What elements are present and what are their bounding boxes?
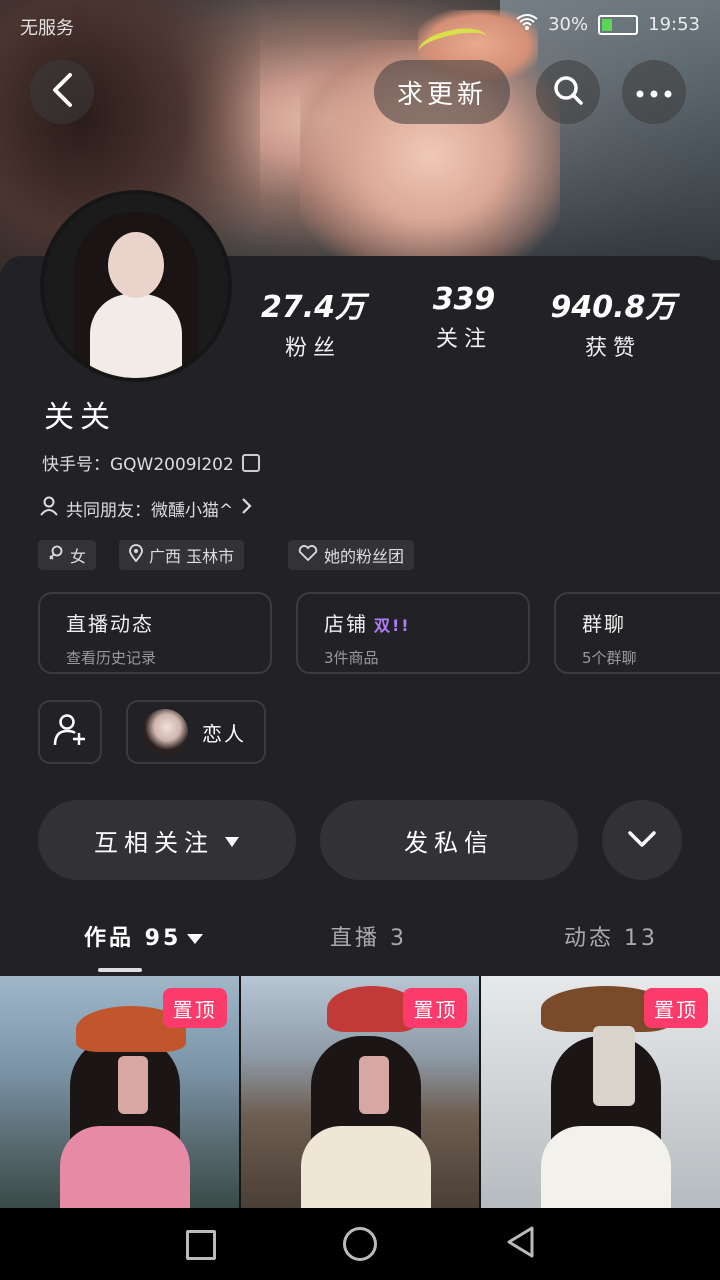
location-pin-icon xyxy=(129,544,143,566)
shop-title: 店铺 xyxy=(324,612,368,636)
shop-title-row: 店铺 双!! xyxy=(324,608,502,637)
tag-gender-text: 女 xyxy=(70,547,87,566)
tag-location: 广西 玉林市 xyxy=(119,540,245,570)
live-history-title: 直播动态 xyxy=(66,612,154,636)
recents-icon[interactable] xyxy=(186,1230,216,1260)
tag-fan-club-text: 她的粉丝团 xyxy=(324,547,405,566)
heart-icon xyxy=(298,545,318,565)
status-bar: 无服务 30% 19:53 xyxy=(0,8,720,44)
tab-moments[interactable]: 动态 13 xyxy=(564,920,658,952)
pinned-badge: 置顶 xyxy=(403,988,468,1028)
request-update-button[interactable]: 求更新 xyxy=(374,60,510,124)
tab-live-label: 直播 3 xyxy=(330,926,407,951)
kuaishou-id-row: 快手号：GQW2009l202 xyxy=(42,450,260,475)
battery-percent: 30% xyxy=(548,14,589,35)
more-options-button[interactable] xyxy=(622,60,686,124)
tab-works-label: 作品 95 xyxy=(84,926,182,951)
copy-icon[interactable] xyxy=(241,453,260,472)
stat-likes-label: 获赞 xyxy=(584,336,641,361)
works-grid: 置顶 置顶 置顶 xyxy=(0,976,720,1208)
mutual-follow-label: 互相关注 xyxy=(94,828,214,857)
pinned-badge: 置顶 xyxy=(644,988,709,1028)
system-nav-bar xyxy=(0,1208,720,1280)
wifi-icon xyxy=(516,14,538,35)
tab-works[interactable]: 作品 95 xyxy=(84,920,204,952)
lover-avatar xyxy=(142,709,188,755)
group-chat-sub: 5个群聊 xyxy=(582,649,637,667)
mutual-follow-button[interactable]: 互相关注 xyxy=(38,800,296,880)
request-update-label: 求更新 xyxy=(396,79,487,110)
back-arrow-icon xyxy=(50,72,74,112)
caret-down-icon xyxy=(187,934,204,944)
group-chat-title: 群聊 xyxy=(582,612,626,636)
stat-fans-value: 27.4万 xyxy=(260,290,366,325)
lover-button[interactable]: 恋人 xyxy=(126,700,266,764)
live-history-card[interactable]: 直播动态 查看历史记录 xyxy=(38,592,272,674)
active-tab-indicator xyxy=(98,968,142,972)
chevron-down-icon xyxy=(628,826,656,854)
add-user-icon xyxy=(53,713,87,751)
battery-icon xyxy=(598,14,639,35)
group-chat-card[interactable]: 群聊 5个群聊 xyxy=(554,592,720,674)
stat-likes-value: 940.8万 xyxy=(550,290,676,325)
live-history-sub: 查看历史记录 xyxy=(66,649,157,667)
profile-name: 关关 xyxy=(44,400,116,435)
chevron-right-icon xyxy=(241,497,253,520)
stat-following-value: 339 xyxy=(432,282,496,317)
search-button[interactable] xyxy=(536,60,600,124)
mutual-friends-row[interactable]: 共同朋友：微醺小猫^ xyxy=(40,496,253,521)
shop-card[interactable]: 店铺 双!! 3件商品 xyxy=(296,592,530,674)
clock: 19:53 xyxy=(648,14,700,35)
shop-sub: 3件商品 xyxy=(324,649,379,667)
stat-following[interactable]: 339 关注 xyxy=(394,282,534,353)
lover-label: 恋人 xyxy=(202,721,246,746)
person-icon xyxy=(40,496,58,521)
back-button[interactable] xyxy=(30,60,94,124)
tab-moments-label: 动态 13 xyxy=(564,926,658,951)
carrier-text: 无服务 xyxy=(20,18,74,39)
shop-badge: 双!! xyxy=(374,616,411,635)
send-message-label: 发私信 xyxy=(404,828,494,857)
search-icon xyxy=(552,74,584,110)
send-message-button[interactable]: 发私信 xyxy=(320,800,578,880)
expand-button[interactable] xyxy=(602,800,682,880)
mutual-friends-text: 共同朋友：微醺小猫^ xyxy=(66,501,234,521)
back-triangle-icon[interactable] xyxy=(506,1226,536,1262)
add-friend-button[interactable] xyxy=(38,700,102,764)
stat-following-label: 关注 xyxy=(435,327,492,352)
pinned-badge: 置顶 xyxy=(162,988,227,1028)
caret-down-icon xyxy=(224,826,240,854)
stat-fans[interactable]: 27.4万 粉丝 xyxy=(243,282,383,362)
tag-gender: 女 xyxy=(38,540,97,570)
female-icon xyxy=(48,545,64,565)
work-thumbnail[interactable]: 置顶 xyxy=(481,976,720,1208)
stat-fans-label: 粉丝 xyxy=(284,336,341,361)
kuaishou-id: 快手号：GQW2009l202 xyxy=(42,455,234,475)
work-thumbnail[interactable]: 置顶 xyxy=(240,976,480,1208)
avatar[interactable] xyxy=(40,190,232,382)
tag-fan-club[interactable]: 她的粉丝团 xyxy=(288,540,415,570)
home-icon[interactable] xyxy=(343,1227,377,1261)
tab-live[interactable]: 直播 3 xyxy=(330,920,407,952)
content-tabs: 作品 95 直播 3 动态 13 xyxy=(0,920,720,970)
stat-likes[interactable]: 940.8万 获赞 xyxy=(543,282,683,362)
more-dots-icon xyxy=(634,83,674,102)
tag-location-text: 广西 玉林市 xyxy=(149,547,235,566)
work-thumbnail[interactable]: 置顶 xyxy=(0,976,239,1208)
